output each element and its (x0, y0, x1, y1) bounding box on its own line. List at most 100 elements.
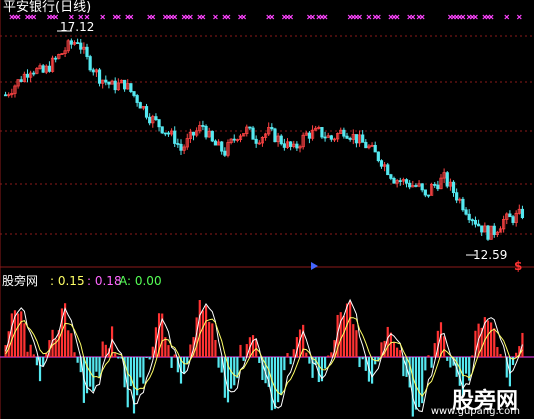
candle-body (132, 91, 136, 96)
indicator-bar (258, 357, 261, 363)
indicator-bar (145, 357, 148, 358)
indicator-bar (10, 313, 13, 357)
indicator-bar (95, 357, 98, 372)
indicator-bar (233, 357, 236, 386)
top-marker (100, 14, 106, 20)
top-marker (504, 14, 510, 20)
indicator-bar (449, 357, 452, 368)
indicator-bar (389, 332, 392, 357)
candle-body (157, 119, 161, 128)
candle-body (470, 219, 474, 222)
indicator-bar (211, 323, 214, 357)
candle-body (329, 135, 333, 140)
candle-body (254, 138, 258, 144)
candle-body (220, 141, 224, 152)
indicator-bar (29, 344, 32, 357)
indicator-value-2: : 0.18 (87, 274, 122, 288)
candlestick-series (3, 30, 525, 241)
top-marker (68, 14, 74, 20)
candle-body (79, 42, 83, 50)
indicator-bar (139, 357, 142, 378)
indicator-bar (446, 357, 449, 361)
candle-body (129, 83, 133, 92)
candle-body (232, 138, 236, 141)
indicator-bar (270, 357, 273, 411)
candle-body (251, 127, 255, 140)
top-marker (473, 14, 478, 20)
low-price-label: 12.59 (473, 248, 508, 262)
top-marker (241, 14, 247, 20)
top-marker-row (9, 14, 522, 20)
indicator-bar (26, 351, 29, 357)
indicator-bar (327, 355, 330, 357)
indicator-bar (242, 357, 245, 361)
indicator-bar (342, 315, 345, 357)
candle-body (473, 219, 478, 225)
candle-body (123, 79, 127, 90)
candle-body (408, 182, 412, 188)
candle-body (85, 46, 89, 57)
indicator-bar (76, 357, 79, 363)
candle-body (364, 141, 368, 149)
indicator-bar (349, 301, 352, 357)
top-marker (187, 14, 193, 20)
top-marker (394, 14, 400, 20)
candle-body (320, 127, 324, 138)
indicator-bar (511, 357, 515, 366)
candle-body (3, 94, 8, 97)
top-marker (78, 14, 84, 20)
candle-body (392, 177, 396, 184)
top-marker (310, 14, 315, 20)
candle-body (423, 189, 427, 196)
candle-body (166, 132, 171, 135)
indicator-bar (358, 357, 361, 368)
candle-body (32, 72, 36, 75)
top-marker (460, 14, 466, 20)
candle-body (138, 102, 142, 109)
candle-body (107, 81, 111, 85)
top-marker (322, 14, 328, 20)
top-marker (366, 14, 372, 20)
indicator-bar (490, 322, 493, 357)
indicator-bar (239, 344, 242, 357)
top-marker (410, 14, 416, 20)
indicator-bar (114, 353, 117, 357)
candle-body (520, 208, 525, 218)
candle-body (348, 137, 352, 140)
indicator-bar (101, 341, 104, 357)
buy-signal-marker: $ (514, 259, 523, 273)
indicator-bar (361, 357, 364, 360)
indicator-bar (464, 357, 468, 374)
indicator-bar (204, 305, 208, 357)
indicator-bar (502, 356, 505, 358)
indicator-bar (273, 357, 277, 409)
candle-body (492, 225, 496, 235)
candle-body (445, 172, 449, 187)
candle-body (295, 143, 299, 149)
top-marker (269, 14, 275, 20)
top-marker (213, 14, 218, 20)
indicator-bar (214, 339, 217, 357)
candle-body (279, 135, 283, 145)
indicator-bar (323, 357, 327, 369)
candle-body (41, 65, 45, 73)
candle-body (273, 128, 277, 143)
indicator-bar (286, 353, 289, 357)
indicator-bar (35, 357, 38, 366)
candle-body (88, 56, 92, 71)
candle-body (426, 194, 431, 197)
top-marker (357, 14, 362, 20)
candle-body (436, 184, 440, 190)
top-marker (288, 14, 294, 20)
indicator-bar (70, 333, 73, 357)
indicator-bar (330, 352, 333, 357)
candle-body (148, 116, 152, 124)
indicator-bar (493, 328, 496, 357)
top-marker (225, 14, 231, 20)
candle-body (476, 223, 481, 227)
top-marker (150, 14, 156, 20)
candle-body (201, 125, 205, 127)
candle-body (135, 95, 139, 103)
candle-body (154, 116, 158, 121)
indicator-bar (92, 357, 95, 392)
